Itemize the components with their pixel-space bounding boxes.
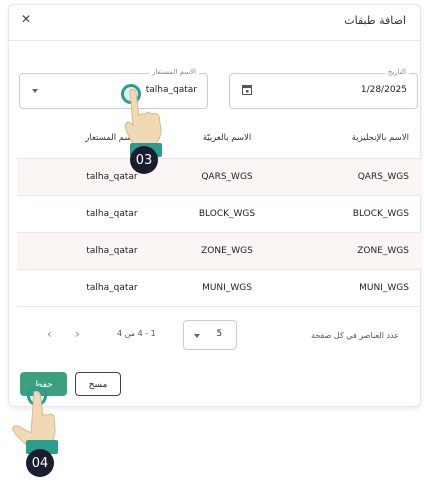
cell-english-name: QARS_WGS [357, 172, 409, 182]
chevron-down-icon[interactable] [194, 334, 200, 338]
cell-arabic-name: BLOCK_WGS [198, 209, 256, 219]
calendar-icon[interactable] [242, 84, 252, 95]
cell-arabic-name: QARS_WGS [201, 172, 253, 182]
username-select[interactable]: الاسم المستعار talha_qatar [19, 68, 208, 109]
chevron-down-icon[interactable] [32, 89, 38, 93]
clear-button[interactable]: مسح [75, 372, 121, 396]
cell-username: talha_qatar [86, 246, 138, 256]
pointing-hand-icon [124, 88, 162, 147]
close-icon[interactable]: ✕ [21, 12, 31, 26]
next-page-button[interactable]: › [75, 327, 80, 341]
items-per-page-value[interactable]: 5 [217, 329, 222, 339]
items-per-page-select[interactable]: 5 [183, 320, 237, 350]
previous-page-button[interactable]: ‹ [47, 327, 52, 341]
dialog-title: اضافة طبقات [344, 14, 406, 27]
dialog-header: ✕ اضافة طبقات [9, 5, 420, 41]
date-field[interactable]: التاريخ 1/28/2025 [229, 68, 418, 109]
table-row[interactable]: ZONE_WGS ZONE_WGS talha_qatar [17, 233, 421, 270]
table-row[interactable]: MUNI_WGS MUNI_WGS talha_qatar [17, 270, 421, 307]
header-arabic-name: الاسم بالعربيّة [202, 133, 252, 143]
step-3-badge: 03 [130, 146, 158, 174]
cell-username: talha_qatar [86, 209, 138, 219]
pagination-bar: عدد العناصر في كل صفحة 5 1 - 4 من 4 ‹ › [17, 317, 421, 353]
header-english-name: الاسم بالإنجليزية [351, 133, 409, 143]
table-header-row: الاسم بالإنجليزية الاسم بالعربيّة الاسم … [17, 118, 421, 159]
cell-english-name: ZONE_WGS [357, 246, 409, 256]
date-label: التاريخ [384, 68, 409, 76]
cell-arabic-name: ZONE_WGS [201, 246, 253, 256]
username-label: الاسم المستعار [148, 68, 199, 76]
cell-english-name: MUNI_WGS [359, 283, 409, 293]
add-layers-dialog: ✕ اضافة طبقات التاريخ 1/28/2025 الاسم ال… [8, 4, 421, 407]
table-row[interactable]: BLOCK_WGS BLOCK_WGS talha_qatar [17, 196, 421, 233]
step-4-badge: 04 [26, 449, 54, 477]
cell-username: talha_qatar [86, 283, 138, 293]
date-value[interactable]: 1/28/2025 [361, 85, 407, 95]
cell-english-name: BLOCK_WGS [352, 209, 409, 219]
page-range-text: 1 - 4 من 4 [117, 329, 156, 338]
items-per-page-label: عدد العناصر في كل صفحة [311, 331, 399, 340]
cell-arabic-name: MUNI_WGS [202, 283, 252, 293]
layers-table: الاسم بالإنجليزية الاسم بالعربيّة الاسم … [17, 118, 421, 307]
table-row[interactable]: QARS_WGS QARS_WGS talha_qatar [17, 159, 421, 196]
